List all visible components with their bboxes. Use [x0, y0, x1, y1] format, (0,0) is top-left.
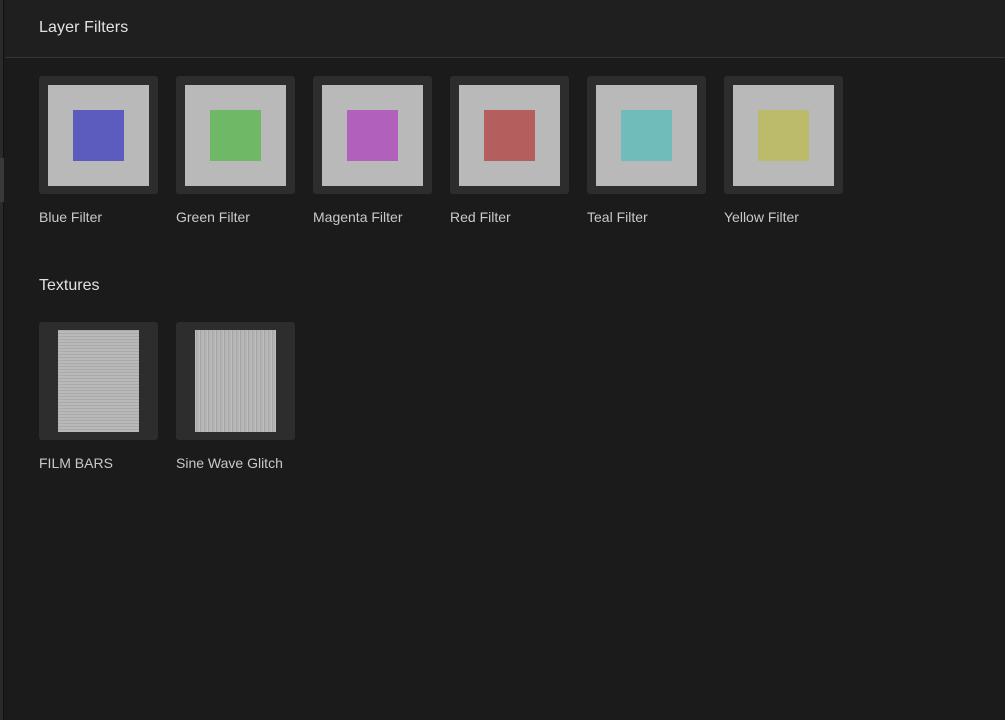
filter-thumbnail[interactable]: [587, 76, 706, 194]
texture-tile-sine-wave-glitch[interactable]: Sine Wave Glitch: [176, 322, 295, 471]
filter-tile-red[interactable]: Red Filter: [450, 76, 569, 225]
color-swatch: [210, 110, 261, 161]
texture-label: FILM BARS: [39, 455, 113, 471]
panel-title: Layer Filters: [39, 19, 129, 36]
color-swatch: [758, 110, 809, 161]
filter-label: Yellow Filter: [724, 209, 799, 225]
filters-grid: Blue Filter Green Filter Magenta Filter: [39, 76, 843, 225]
filter-tile-blue[interactable]: Blue Filter: [39, 76, 158, 225]
filter-tile-yellow[interactable]: Yellow Filter: [724, 76, 843, 225]
color-swatch: [484, 110, 535, 161]
filter-thumbnail[interactable]: [450, 76, 569, 194]
filter-label: Teal Filter: [587, 209, 648, 225]
color-swatch: [73, 110, 124, 161]
filter-label: Blue Filter: [39, 209, 103, 225]
panel-header: Layer Filters: [5, 0, 1005, 58]
thumbnail-background: [733, 85, 834, 186]
thumbnail-background: [459, 85, 560, 186]
thumbnail-background: [185, 85, 286, 186]
textures-section-title: Textures: [39, 277, 100, 294]
film-bars-texture: [58, 330, 139, 432]
filter-thumbnail[interactable]: [39, 76, 158, 194]
filter-thumbnail[interactable]: [176, 76, 295, 194]
color-swatch: [621, 110, 672, 161]
texture-thumbnail[interactable]: [39, 322, 158, 440]
sine-wave-texture: [195, 330, 276, 432]
thumbnail-background: [48, 85, 149, 186]
app-window: Layer Filters Blue Filter Green Filter M…: [0, 0, 1005, 720]
thumbnail-background: [596, 85, 697, 186]
resize-grip[interactable]: [0, 158, 4, 202]
thumbnail-background: [322, 85, 423, 186]
textures-grid: FILM BARS Sine Wave Glitch: [39, 322, 295, 471]
panel-resize-edge[interactable]: [0, 0, 4, 720]
filter-label: Green Filter: [176, 209, 250, 225]
filter-label: Red Filter: [450, 209, 511, 225]
filter-tile-magenta[interactable]: Magenta Filter: [313, 76, 432, 225]
filter-thumbnail[interactable]: [313, 76, 432, 194]
texture-tile-film-bars[interactable]: FILM BARS: [39, 322, 158, 471]
color-swatch: [347, 110, 398, 161]
filter-label: Magenta Filter: [313, 209, 403, 225]
filter-tile-green[interactable]: Green Filter: [176, 76, 295, 225]
filter-thumbnail[interactable]: [724, 76, 843, 194]
texture-label: Sine Wave Glitch: [176, 455, 283, 471]
texture-thumbnail[interactable]: [176, 322, 295, 440]
filter-tile-teal[interactable]: Teal Filter: [587, 76, 706, 225]
